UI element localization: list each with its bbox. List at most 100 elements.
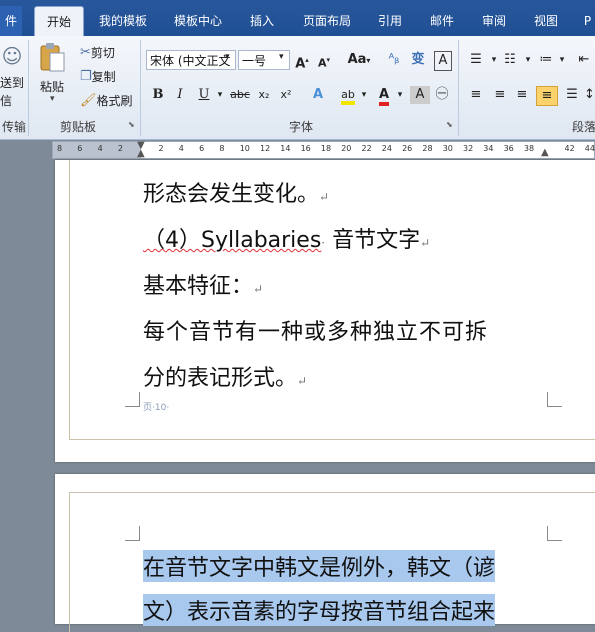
font-launcher-icon[interactable]: ⬊ [446,120,453,129]
format-painter-label: 格式刷 [96,94,133,108]
align-left-icon[interactable]: ≡ [466,84,486,106]
align-center-icon[interactable]: ≡ [490,84,510,106]
line-spacing-icon[interactable]: ↕ [584,84,595,106]
selected-text-line[interactable]: 文）表示音素的字母按音节组合起来 [143,594,496,626]
clipboard-group-label: 剪贴板 [59,120,96,134]
send-label-1[interactable]: 送到 [0,74,24,91]
tab-home[interactable]: 开始 [34,6,84,37]
change-case-icon[interactable]: Aa▾ [346,49,372,71]
left-gutter [0,141,52,614]
tab-template-center[interactable]: 模板中心 [166,6,230,36]
ruler-tick-label: 26 [402,144,413,153]
underline-dropdown-icon[interactable]: ▾ [210,84,230,106]
pinyin-guide-icon[interactable]: 变 [408,49,428,71]
document-page-2: 在音节文字中韩文是例外，韩文（谚 文）表示音素的字母按音节组合起来 [55,474,595,632]
ruler-tick-label: 8 [219,144,225,153]
highlight-dropdown-icon[interactable]: ▾ [354,84,374,106]
character-border-icon[interactable]: A [434,51,452,71]
document-page-1: 形态会发生变化。↵ （4）Syllabaries· 音节文字↵ 基本特征：↵ 每… [55,160,595,462]
ruler-tick-label: 6 [199,144,205,153]
chat-icon: ☺ [1,44,23,68]
margin-corner-mark [547,526,562,541]
cut-button[interactable]: ✂ 剪切 [80,44,115,61]
ruler-tick-label: 22 [361,144,372,153]
ruler-tick-label: 14 [280,144,291,153]
clear-format-icon[interactable]: ᴬᵦ [384,49,404,71]
ruler-tick-label: 4 [178,144,184,153]
decrease-indent-icon[interactable]: ⇤ [574,49,594,71]
superscript-icon[interactable]: x² [276,84,296,106]
tab-insert[interactable]: 插入 [244,6,280,36]
ruler-tick-label: 16 [300,144,311,153]
text-line[interactable]: （4）Syllabaries· 音节文字↵ [143,222,430,254]
paste-dropdown-icon[interactable]: ▾ [50,94,55,104]
text-line[interactable]: 形态会发生变化。↵ [143,176,329,208]
text-effects-icon[interactable]: A [308,84,328,106]
numbering-icon[interactable]: ☷ [500,49,520,71]
font-group-label: 字体 [288,120,313,134]
tab-view[interactable]: 视图 [526,6,566,36]
right-indent-marker[interactable]: ▲ [541,148,549,158]
italic-icon[interactable]: I [170,84,190,106]
format-painter-button[interactable]: 🖌 格式刷 [80,92,133,109]
tab-more[interactable]: P [580,6,595,36]
font-name-dropdown-icon[interactable]: ▾ [225,52,230,62]
selected-text-line[interactable]: 在音节文字中韩文是例外，韩文（谚 [143,550,496,582]
cut-label: 剪切 [90,46,115,60]
ruler-tick-label: 2 [117,144,123,153]
tab-page-layout[interactable]: 页面布局 [296,6,358,36]
ruler-tick-label: 24 [381,144,392,153]
ruler-tick-label: 6 [77,144,83,153]
ribbon: ☺ 送到 信 传输 粘贴 ▾ ✂ 剪切 ❐ 复制 🖌 格式刷 剪贴板 ⬊ 宋体 (中文… [0,36,595,140]
send-label-2[interactable]: 信 [0,92,12,109]
paragraph-group-label: 段落 [572,120,595,134]
copy-button[interactable]: ❐ 复制 [80,68,116,85]
shrink-font-icon[interactable]: A▾ [314,49,334,71]
ruler-tick-label: 4 [97,144,103,153]
ruler-tick-label: 28 [422,144,433,153]
copy-label: 复制 [91,70,116,84]
ruler-tick-label: 8 [57,144,63,153]
align-right-icon[interactable]: ≡ [512,84,532,106]
ribbon-tab-bar: 件 开始 我的模板 模板中心 插入 页面布局 引用 邮件 审阅 视图 P [0,0,595,37]
numbering-dropdown-icon[interactable]: ▾ [518,49,538,71]
text-line[interactable]: 基本特征：↵ [143,268,263,300]
bold-icon[interactable]: B [148,84,168,106]
font-name-select[interactable]: 宋体 (中文正文 [146,50,236,70]
bullets-icon[interactable]: ☰ [466,49,486,71]
clipboard-launcher-icon[interactable]: ⬊ [128,120,135,129]
ruler-tick-label: 30 [442,144,453,153]
copy-icon: ❐ [80,68,92,84]
group-separator [140,40,141,136]
text-line[interactable]: 每个音节有一种或多种独立不可拆 [143,314,488,346]
paste-icon[interactable] [38,40,66,76]
tab-mailings[interactable]: 邮件 [422,6,462,36]
ruler-tick-label: 18 [320,144,332,153]
scissors-icon: ✂ [80,44,91,60]
paste-button[interactable]: 粘贴 [40,78,64,95]
justify-icon[interactable]: ≡ [536,86,558,106]
tab-review[interactable]: 审阅 [474,6,514,36]
character-shading-icon[interactable]: A [410,86,430,104]
ruler-tick-label: 38 [523,144,535,153]
multilevel-dropdown-icon[interactable]: ▾ [552,49,572,71]
text-line[interactable]: 分的表记形式。↵ [143,360,307,392]
enclose-characters-icon[interactable]: ㊀ [432,84,452,106]
page-number: 页·10· [143,403,170,413]
font-size-dropdown-icon[interactable]: ▾ [279,52,284,62]
distributed-icon[interactable]: ☰ [562,84,582,106]
ruler-tick-label: 20 [341,144,352,153]
hanging-indent-marker[interactable]: ▲ [137,149,145,159]
subscript-icon[interactable]: x₂ [254,84,274,106]
font-color-dropdown-icon[interactable]: ▾ [390,84,410,106]
tab-file[interactable]: 件 [0,6,22,36]
tab-my-templates[interactable]: 我的模板 [92,6,154,36]
strikethrough-icon[interactable]: abc [228,84,252,106]
horizontal-ruler[interactable]: 8 6 4 2 2 4 6 8 10 12 14 16 18 20 22 24 26 28 30 32 34 36 38 42… [52,141,595,159]
ruler-tick-label: 44 [584,144,595,153]
send-group-label: 传输 [1,120,26,134]
group-separator [28,40,29,136]
tab-references[interactable]: 引用 [370,6,410,36]
grow-font-icon[interactable]: A▴ [292,49,312,71]
margin-corner-mark [547,392,562,407]
